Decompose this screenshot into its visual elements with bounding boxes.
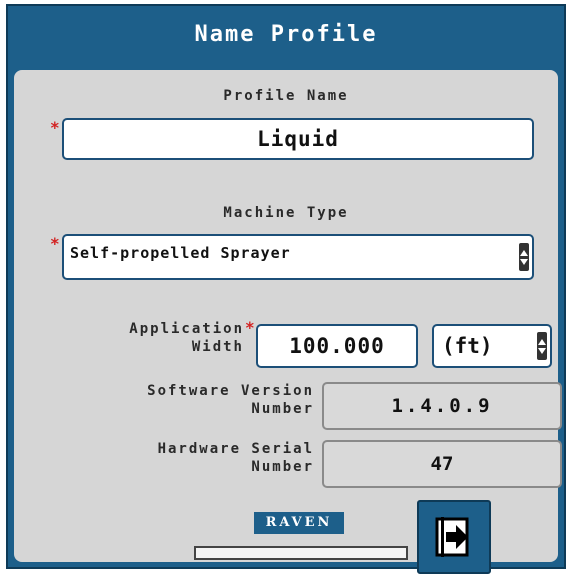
machine-type-required-mark: * [50, 234, 60, 253]
up-down-spinner-icon[interactable] [519, 243, 529, 271]
software-version-label: Software Version Number [74, 382, 314, 418]
software-version-value: 1.4.0.9 [322, 382, 562, 430]
dialog-frame: Name Profile Profile Name * Liquid Machi… [6, 4, 566, 574]
hardware-serial-label-line2: Number [251, 459, 314, 475]
application-width-required-mark: * [245, 318, 255, 337]
next-button[interactable] [417, 500, 491, 574]
hardware-serial-value: 47 [322, 440, 562, 488]
up-down-spinner-icon[interactable] [537, 332, 547, 360]
profile-name-label: Profile Name [223, 88, 349, 104]
machine-type-label: Machine Type [223, 205, 349, 221]
application-width-label-line2: Width [191, 339, 244, 355]
profile-name-required-mark: * [50, 118, 60, 137]
application-width-label-line1: Application [129, 321, 244, 337]
machine-type-select[interactable]: Self-propelled Sprayer [62, 234, 534, 280]
hardware-serial-label-line1: Hardware Serial [157, 441, 314, 457]
progress-bar [194, 546, 408, 560]
form-panel: Profile Name * Liquid Machine Type * Sel… [14, 70, 562, 574]
software-version-label-line1: Software Version [147, 383, 314, 399]
hardware-serial-label: Hardware Serial Number [74, 440, 314, 476]
next-arrow-icon [435, 517, 469, 557]
profile-name-input[interactable]: Liquid [62, 118, 534, 160]
raven-logo: RAVEN [254, 512, 344, 534]
width-unit-value: (ft) [442, 334, 493, 358]
application-width-label: Application Width [84, 320, 244, 356]
width-unit-select[interactable]: (ft) [432, 324, 552, 368]
application-width-input[interactable]: 100.000 [256, 324, 418, 368]
software-version-label-line2: Number [251, 401, 314, 417]
machine-type-value: Self-propelled Sprayer [70, 244, 291, 262]
dialog-title: Name Profile [194, 22, 378, 47]
